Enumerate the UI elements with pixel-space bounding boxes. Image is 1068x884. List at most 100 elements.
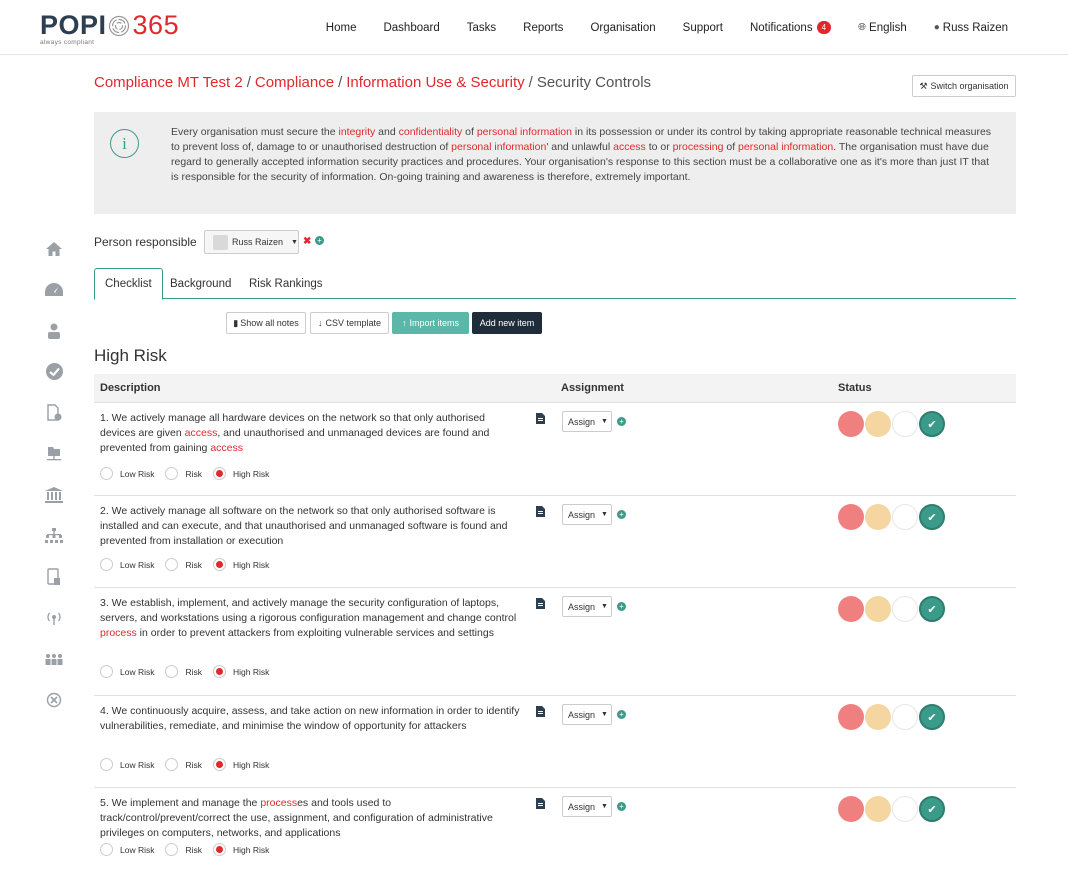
status-complete-check-icon[interactable]: ✔: [919, 704, 945, 730]
term-link[interactable]: personal information: [451, 141, 546, 153]
add-assignee-icon[interactable]: +: [617, 510, 626, 519]
nav-reports[interactable]: Reports: [523, 21, 563, 34]
nav-tasks[interactable]: Tasks: [467, 21, 496, 34]
status-red[interactable]: [838, 411, 864, 437]
term-link[interactable]: personal information: [738, 141, 833, 153]
status-red[interactable]: [838, 704, 864, 730]
term-link[interactable]: personal information: [477, 126, 572, 138]
risk-option: Low Risk: [100, 467, 154, 480]
broadcast-icon[interactable]: [40, 597, 68, 638]
term-link[interactable]: access: [185, 427, 218, 439]
show-all-notes-button[interactable]: ▮ Show all notes: [226, 312, 306, 334]
home-icon[interactable]: [40, 228, 68, 269]
status-amber[interactable]: [865, 504, 891, 530]
risk-radio[interactable]: [100, 558, 113, 571]
team-icon[interactable]: [40, 638, 68, 679]
add-assignee-icon[interactable]: +: [617, 602, 626, 611]
risk-radio[interactable]: [165, 467, 179, 480]
term-link[interactable]: access: [613, 141, 646, 153]
add-person-icon[interactable]: +: [315, 236, 324, 245]
status-complete-check-icon[interactable]: ✔: [919, 596, 945, 622]
note-icon[interactable]: [536, 598, 545, 609]
risk-radio[interactable]: [165, 843, 179, 856]
folder-network-icon[interactable]: [40, 433, 68, 474]
nav-home[interactable]: Home: [326, 21, 357, 34]
risk-radio[interactable]: [165, 758, 179, 771]
breadcrumb-information-use[interactable]: Information Use & Security: [346, 74, 524, 91]
tab-background[interactable]: Background: [160, 268, 241, 299]
status-none[interactable]: [892, 411, 918, 437]
import-items-button[interactable]: ↑ Import items: [392, 312, 469, 334]
risk-radio[interactable]: [213, 758, 227, 771]
nav-user[interactable]: ● Russ Raizen: [934, 21, 1008, 34]
dashboard-icon[interactable]: [40, 269, 68, 310]
risk-radio[interactable]: [213, 665, 227, 678]
check-icon[interactable]: [40, 351, 68, 392]
note-icon[interactable]: [536, 706, 545, 717]
term-link[interactable]: integrity: [339, 126, 376, 138]
assign-dropdown[interactable]: Assign ▼: [562, 704, 612, 725]
switch-organisation-button[interactable]: ⚒︎ Switch organisation: [912, 75, 1016, 97]
bank-icon[interactable]: [40, 474, 68, 515]
risk-radio[interactable]: [165, 558, 179, 571]
breadcrumb-org[interactable]: Compliance MT Test 2: [94, 74, 243, 91]
nav-organisation[interactable]: Organisation: [590, 21, 655, 34]
assign-dropdown[interactable]: Assign ▼: [562, 504, 612, 525]
status-red[interactable]: [838, 596, 864, 622]
status-none[interactable]: [892, 504, 918, 530]
add-assignee-icon[interactable]: +: [617, 802, 626, 811]
nav-notifications[interactable]: Notifications 4: [749, 21, 832, 34]
risk-radio[interactable]: [213, 843, 227, 856]
nav-dashboard[interactable]: Dashboard: [383, 21, 439, 34]
status-amber[interactable]: [865, 411, 891, 437]
remove-person-icon[interactable]: ✖: [303, 236, 311, 247]
term-link[interactable]: access: [210, 442, 243, 454]
status-amber[interactable]: [865, 596, 891, 622]
logo[interactable]: POPI 365 always compliant: [40, 10, 179, 46]
status-red[interactable]: [838, 504, 864, 530]
user-icon[interactable]: [40, 310, 68, 351]
risk-radio[interactable]: [100, 467, 113, 480]
csv-template-button[interactable]: ↓ CSV template: [310, 312, 389, 334]
status-none[interactable]: [892, 596, 918, 622]
notifications-label: Notifications: [749, 21, 813, 34]
term-link[interactable]: confidentiality: [399, 126, 463, 138]
tab-risk-rankings[interactable]: Risk Rankings: [239, 268, 333, 299]
mobile-document-icon[interactable]: [40, 556, 68, 597]
add-new-item-button[interactable]: Add new item: [472, 312, 542, 334]
note-icon[interactable]: [536, 413, 545, 424]
status-complete-check-icon[interactable]: ✔: [919, 411, 945, 437]
status-red[interactable]: [838, 796, 864, 822]
add-assignee-icon[interactable]: +: [617, 417, 626, 426]
assign-dropdown[interactable]: Assign ▼: [562, 796, 612, 817]
breadcrumb-compliance[interactable]: Compliance: [255, 74, 334, 91]
term-link[interactable]: process: [100, 627, 137, 639]
status-none[interactable]: [892, 704, 918, 730]
risk-level-group: Low Risk Risk High Risk: [100, 558, 280, 571]
document-settings-icon[interactable]: [40, 392, 68, 433]
assign-dropdown[interactable]: Assign ▼: [562, 596, 612, 617]
add-assignee-icon[interactable]: +: [617, 710, 626, 719]
assign-dropdown[interactable]: Assign ▼: [562, 411, 612, 432]
status-amber[interactable]: [865, 704, 891, 730]
status-complete-check-icon[interactable]: ✔: [919, 504, 945, 530]
person-responsible-select[interactable]: Russ Raizen ▼: [204, 230, 299, 254]
status-complete-check-icon[interactable]: ✔: [919, 796, 945, 822]
nav-support[interactable]: Support: [683, 21, 723, 34]
risk-radio[interactable]: [165, 665, 179, 678]
note-icon[interactable]: [536, 798, 545, 809]
risk-radio[interactable]: [100, 758, 113, 771]
risk-radio[interactable]: [213, 467, 227, 480]
risk-radio[interactable]: [213, 558, 227, 571]
note-icon[interactable]: [536, 506, 545, 517]
status-amber[interactable]: [865, 796, 891, 822]
term-link[interactable]: process: [260, 797, 297, 809]
tab-checklist[interactable]: Checklist: [94, 268, 163, 300]
globe-x-icon[interactable]: [40, 679, 68, 720]
risk-radio[interactable]: [100, 665, 113, 678]
status-none[interactable]: [892, 796, 918, 822]
org-chart-icon[interactable]: [40, 515, 68, 556]
risk-radio[interactable]: [100, 843, 113, 856]
nav-language[interactable]: 🌐︎ English: [858, 21, 907, 34]
term-link[interactable]: processing: [673, 141, 724, 153]
